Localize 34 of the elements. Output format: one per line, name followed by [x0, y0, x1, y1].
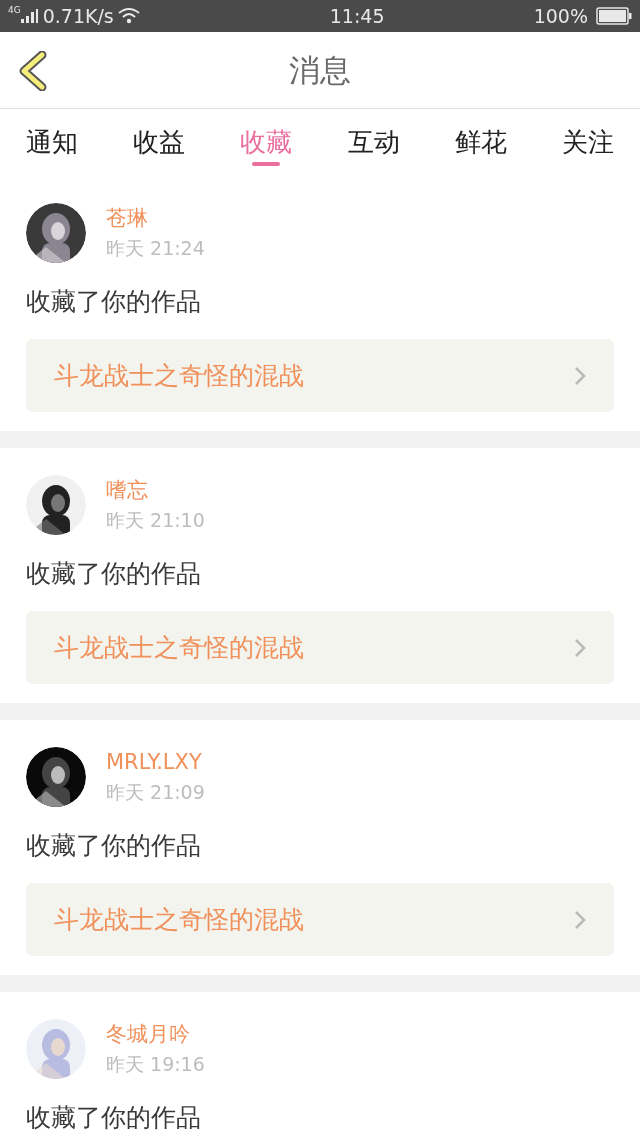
tab[interactable]: 收藏 — [240, 109, 293, 176]
message-text: 收藏了你的作品 — [26, 831, 202, 861]
message-text: 收藏了你的作品 — [26, 287, 202, 317]
message-text: 收藏了你的作品 — [26, 1103, 202, 1133]
work-link[interactable]: 斗龙战士之奇怪的混战 — [26, 611, 614, 684]
chevron-right-icon — [574, 909, 586, 930]
message-time: 昨天 21:10 — [106, 508, 205, 533]
network-label: 4G — [8, 6, 21, 15]
tab[interactable]: 通知 — [26, 109, 78, 176]
work-link[interactable]: 斗龙战士之奇怪的混战 — [26, 883, 614, 956]
message-time: 昨天 21:09 — [106, 780, 205, 805]
message-time: 昨天 21:24 — [106, 236, 205, 261]
user-name[interactable]: MRLY.LXY — [106, 747, 205, 777]
wifi-icon — [117, 7, 140, 25]
work-link[interactable]: 斗龙战士之奇怪的混战 — [26, 339, 614, 412]
chevron-right-icon — [574, 637, 586, 658]
user-name[interactable]: 苍琳 — [106, 203, 205, 233]
back-icon — [18, 51, 48, 91]
tab-indicator — [252, 162, 281, 166]
message-text: 收藏了你的作品 — [26, 559, 202, 589]
battery-percent: 100% — [533, 3, 588, 29]
clock: 11:45 — [329, 3, 385, 29]
chevron-right-icon — [574, 365, 586, 386]
user-name[interactable]: 嗜忘 — [106, 475, 205, 505]
network-speed: 0.71K/s — [42, 3, 114, 29]
page-title: 消息 — [289, 50, 351, 90]
tab[interactable]: 收益 — [133, 109, 186, 176]
user-name[interactable]: 冬城月吟 — [106, 1019, 205, 1049]
tab[interactable]: 关注 — [561, 109, 614, 176]
tab[interactable]: 鲜花 — [454, 109, 507, 176]
tab[interactable]: 互动 — [347, 109, 400, 176]
signal-icon — [20, 8, 39, 24]
message-time: 昨天 19:16 — [106, 1052, 205, 1077]
battery-icon — [596, 7, 632, 25]
